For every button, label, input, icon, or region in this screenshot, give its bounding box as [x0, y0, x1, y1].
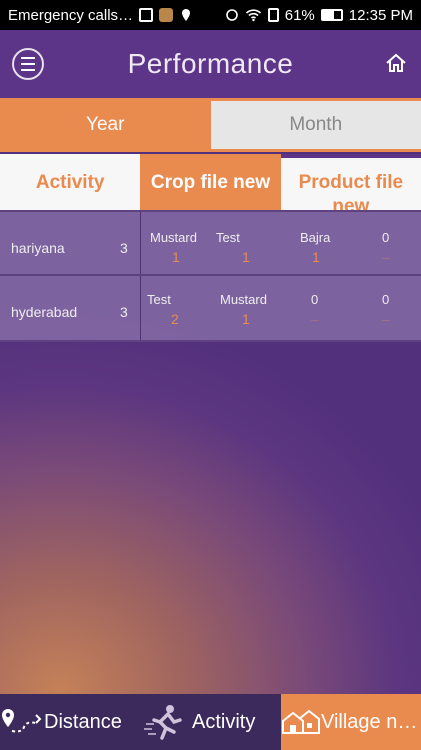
- tab-year[interactable]: Year: [0, 101, 211, 149]
- bottom-navigation: Distance Activity Village n…: [0, 694, 421, 750]
- table-row[interactable]: hyderabad 3 Test 2 Mustard 1 0 – 0 –: [0, 276, 421, 342]
- tab-product-file-new[interactable]: Product file new: [280, 154, 421, 210]
- row-location: hyderabad: [11, 304, 78, 320]
- tab-crop-file-new[interactable]: Crop file new: [140, 154, 281, 210]
- crop-value: 1: [242, 249, 250, 265]
- crop-cell: 0 –: [382, 292, 412, 327]
- crop-value: 1: [172, 249, 180, 265]
- column-divider: [140, 276, 141, 340]
- sim-icon: [267, 8, 279, 22]
- battery-percent: 61%: [284, 6, 315, 24]
- period-tabs: Year Month: [0, 98, 421, 152]
- category-tabs: Activity Crop file new Product file new: [0, 154, 421, 210]
- nav-village[interactable]: Village n…: [281, 694, 421, 750]
- status-bar: Emergency calls… 61% 12:35 PM: [0, 0, 421, 30]
- nav-distance-label: Distance: [44, 710, 122, 733]
- nav-village-label: Village n…: [321, 710, 418, 733]
- village-houses-icon: [282, 709, 320, 734]
- table-row[interactable]: hariyana 3 Mustard 1 Test 1 Bajra 1 0 –: [0, 210, 421, 276]
- tab-month[interactable]: Month: [210, 101, 421, 149]
- sync-icon: [225, 9, 238, 21]
- hamburger-menu-icon[interactable]: [12, 48, 44, 80]
- page-title: Performance: [127, 48, 294, 79]
- crop-name: 0: [382, 230, 390, 245]
- home-icon[interactable]: [385, 52, 407, 74]
- row-location: hariyana: [11, 240, 65, 256]
- crop-value: 2: [171, 311, 179, 327]
- row-count: 3: [120, 240, 128, 256]
- crop-cell: Mustard 1: [150, 230, 220, 265]
- app-header: Performance: [0, 30, 421, 98]
- crop-cell: 0 –: [382, 230, 412, 265]
- crop-value: –: [311, 311, 319, 327]
- crop-cell: Mustard 1: [220, 292, 290, 327]
- crop-name: Mustard: [220, 292, 267, 307]
- crop-value: –: [382, 311, 390, 327]
- wifi-icon: [245, 9, 261, 22]
- tab-activity[interactable]: Activity: [0, 154, 141, 210]
- crop-name: 0: [382, 292, 390, 307]
- crop-name: Test: [147, 292, 171, 307]
- location-icon: [182, 9, 191, 21]
- distance-route-icon: [2, 709, 42, 733]
- crop-name: Mustard: [150, 230, 197, 245]
- performance-table: hariyana 3 Mustard 1 Test 1 Bajra 1 0 – …: [0, 210, 421, 342]
- nav-activity-label: Activity: [192, 710, 256, 733]
- crop-value: 1: [312, 249, 320, 265]
- app-notification-icon: [159, 8, 174, 22]
- crop-name: Test: [216, 230, 240, 245]
- nav-distance[interactable]: Distance: [0, 694, 140, 750]
- crop-cell: Bajra 1: [300, 230, 370, 265]
- gallery-icon: [139, 8, 154, 22]
- nav-activity[interactable]: Activity: [140, 694, 281, 750]
- crop-cell: 0 –: [311, 292, 381, 327]
- carrier-text: Emergency calls…: [8, 6, 134, 24]
- battery-icon: [320, 9, 343, 21]
- crop-value: –: [382, 249, 390, 265]
- running-person-icon: [144, 705, 182, 740]
- clock: 12:35 PM: [348, 6, 413, 24]
- crop-cell: Test 2: [147, 292, 217, 327]
- crop-name: Bajra: [300, 230, 331, 245]
- crop-value: 1: [242, 311, 250, 327]
- row-count: 3: [120, 304, 128, 320]
- column-divider: [140, 212, 141, 274]
- crop-cell: Test 1: [216, 230, 286, 265]
- crop-name: 0: [311, 292, 319, 307]
